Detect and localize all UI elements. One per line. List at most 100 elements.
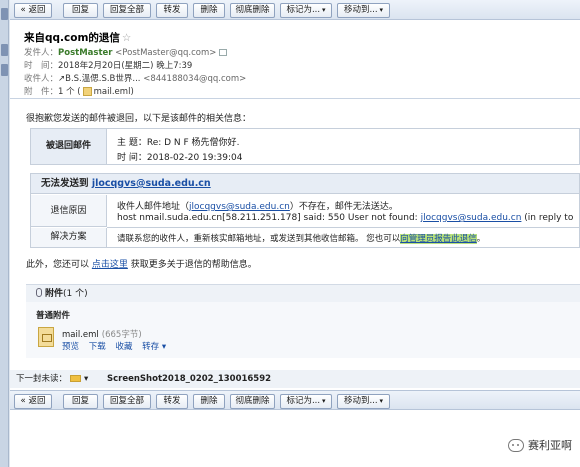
time-value: 2018年2月20日(星期二) 晚上7:39 <box>58 61 193 71</box>
mark-as-label: 标记为... <box>286 396 321 406</box>
chevron-down-icon[interactable]: ▾ <box>84 374 88 384</box>
cannot-deliver-label: 无法发送到 <box>41 178 89 189</box>
next-unread-subject[interactable]: ScreenShot2018_0202_130016592 <box>107 374 271 384</box>
returned-time: 时 间：2018-02-20 19:39:04 <box>117 153 243 163</box>
attachment-actions: 预览 下载 收藏 转存 ▾ <box>62 340 173 352</box>
envelope-icon <box>70 375 82 382</box>
solution-end: 。 <box>476 234 486 244</box>
reason-label: 退信原因 <box>31 195 107 227</box>
failure-header: 无法发送到 jlocqgvs@suda.edu.cn <box>31 174 579 194</box>
time-row: 时 间：2018年2月20日(星期二) 晚上7:39 <box>24 59 192 71</box>
contact-card-icon[interactable] <box>219 49 228 56</box>
bottom-toolbar: « 返回 回复 回复全部 转发 删除 彻底删除 标记为... ▾ 移动到... ▾ <box>10 390 580 410</box>
returned-mail-label: 被退回邮件 <box>31 129 107 164</box>
reply-all-button[interactable]: 回复全部 <box>103 394 151 409</box>
recipient-name[interactable]: ↗B.S.溫偲.S.B世界... <box>58 74 141 84</box>
failure-table: 无法发送到 jlocqgvs@suda.edu.cn 退信原因 解决方案 收件人… <box>30 173 580 248</box>
header-divider <box>10 98 580 99</box>
back-button[interactable]: « 返回 <box>14 394 52 409</box>
move-to-label: 移动到... <box>343 396 378 406</box>
left-strip-tab[interactable] <box>1 64 8 76</box>
reply-all-button[interactable]: 回复全部 <box>103 3 151 18</box>
attachment-category: 普通附件 <box>36 311 71 321</box>
chevron-down-icon: ▾ <box>322 6 326 14</box>
attachment-file-icon <box>82 87 92 96</box>
move-to-label: 移动到... <box>343 5 378 15</box>
chevron-down-icon: ▾ <box>322 397 326 405</box>
move-to-dropdown[interactable]: 移动到... ▾ <box>337 394 390 409</box>
watermark-text: 赛利亚啊 <box>528 439 572 452</box>
solution-text: 请联系您的收件人，重新核实邮箱地址，或发送到其他收信邮箱。 您也可以向管理员报告… <box>117 232 485 244</box>
attachment-file-name[interactable]: mail.eml <box>62 330 99 340</box>
row-divider <box>107 227 579 228</box>
next-unread-label: 下一封未读： <box>16 374 68 384</box>
host-email-link[interactable]: jlocqgvs@suda.edu.cn <box>421 213 522 223</box>
reply-button[interactable]: 回复 <box>63 3 98 18</box>
help-link[interactable]: 点击这里 <box>92 260 128 270</box>
help-suffix: 获取更多关于退信的帮助信息。 <box>127 260 257 270</box>
attachment-link[interactable]: mail.eml <box>94 87 131 97</box>
reason-text: 收件人邮件地址（jlocqgvs@suda.edu.cn）不存在，邮件无法送达。 <box>117 199 398 212</box>
failed-recipient-link[interactable]: jlocqgvs@suda.edu.cn <box>92 178 211 189</box>
attachments-body: 普通附件 mail.eml (665字节) 预览 下载 收藏 转存 ▾ <box>26 302 580 358</box>
delete-button[interactable]: 删除 <box>193 394 225 409</box>
top-toolbar: « 返回 回复 回复全部 转发 删除 彻底删除 标记为... ▾ 移动到... ▾ <box>10 0 580 20</box>
attachments-header: 附件(1 个) <box>26 284 580 302</box>
help-line: 此外，您还可以 点击这里 获取更多关于退信的帮助信息。 <box>26 257 257 270</box>
reply-button[interactable]: 回复 <box>63 394 98 409</box>
forward-button[interactable]: 转发 <box>156 394 188 409</box>
attachments-count: (1 个) <box>63 289 88 299</box>
subject-text: 来自qq.com的退信 <box>24 32 120 44</box>
reason-suffix: ）不存在，邮件无法送达。 <box>289 202 398 212</box>
attachment-file-size: (665字节) <box>101 330 142 340</box>
forward-button[interactable]: 转发 <box>156 3 188 18</box>
delete-forever-button[interactable]: 彻底删除 <box>230 394 275 409</box>
host-prefix: host nmail.suda.edu.cn[58.211.251.178] s… <box>117 213 421 223</box>
move-to-dropdown[interactable]: 移动到... ▾ <box>337 3 390 18</box>
download-link[interactable]: 下载 <box>89 342 106 352</box>
sender-row: 发件人：PostMaster <PostMaster@qq.com> <box>24 46 228 58</box>
sender-name[interactable]: PostMaster <box>58 48 112 58</box>
help-prefix: 此外，您还可以 <box>26 260 92 270</box>
chevron-down-icon: ▾ <box>379 397 384 405</box>
attachment-count: 1 个 ( <box>58 87 81 97</box>
paperclip-icon <box>36 288 42 297</box>
delete-forever-button[interactable]: 彻底删除 <box>230 3 275 18</box>
sender-email: <PostMaster@qq.com> <box>115 48 217 58</box>
reason-email-link[interactable]: jlocqgvs@suda.edu.cn <box>189 202 290 212</box>
time-label: 时 间： <box>24 61 59 71</box>
favorite-link[interactable]: 收藏 <box>115 342 132 352</box>
attachment-close-paren: ) <box>130 87 134 97</box>
attachment-row: 附 件：1 个 ( mail.eml) <box>24 85 134 97</box>
solution-label: 解决方案 <box>31 228 107 247</box>
report-admin-link[interactable]: 向管理员报告此退信 <box>400 234 477 244</box>
wechat-icon <box>508 439 524 452</box>
eml-file-icon[interactable] <box>38 327 54 347</box>
attachment-label: 附 件： <box>24 87 59 97</box>
returned-subject: 主 题：Re: D N F 杨先僧你好. <box>117 138 240 148</box>
mark-as-dropdown[interactable]: 标记为... ▾ <box>280 3 332 18</box>
solution-body: 请联系您的收件人，重新核实邮箱地址，或发送到其他收信邮箱。 您也可以 <box>117 234 401 244</box>
attachments-title: 附件 <box>45 289 64 299</box>
star-icon[interactable]: ☆ <box>122 32 131 44</box>
left-strip-tab[interactable] <box>1 8 8 20</box>
left-edge-strip <box>0 0 9 467</box>
recipient-email: <844188034@qq.com> <box>143 74 247 84</box>
mail-reading-pane: « 返回 回复 回复全部 转发 删除 彻底删除 标记为... ▾ 移动到... ▾ … <box>10 0 580 467</box>
recipient-label: 收件人： <box>24 74 59 84</box>
preview-link[interactable]: 预览 <box>62 342 79 352</box>
attachment-file: mail.eml (665字节) <box>62 328 142 340</box>
left-strip-tab[interactable] <box>1 44 8 56</box>
mark-as-dropdown[interactable]: 标记为... ▾ <box>280 394 332 409</box>
sender-label: 发件人： <box>24 48 59 58</box>
watermark: 赛利亚啊 <box>508 437 572 453</box>
delete-button[interactable]: 删除 <box>193 3 225 18</box>
next-unread-bar: 下一封未读： ▾ ScreenShot2018_0202_130016592 <box>10 370 580 388</box>
reason-prefix: 收件人邮件地址（ <box>117 202 190 212</box>
back-button[interactable]: « 返回 <box>14 3 52 18</box>
host-suffix: (in reply to <box>521 213 574 223</box>
recipient-row: 收件人：↗B.S.溫偲.S.B世界... <844188034@qq.com> <box>24 72 246 84</box>
save-to-dropdown[interactable]: 转存 ▾ <box>142 342 166 352</box>
returned-mail-table: 被退回邮件 主 题：Re: D N F 杨先僧你好. 时 间：2018-02-2… <box>30 128 580 165</box>
host-reply-text: host nmail.suda.edu.cn[58.211.251.178] s… <box>117 213 573 223</box>
